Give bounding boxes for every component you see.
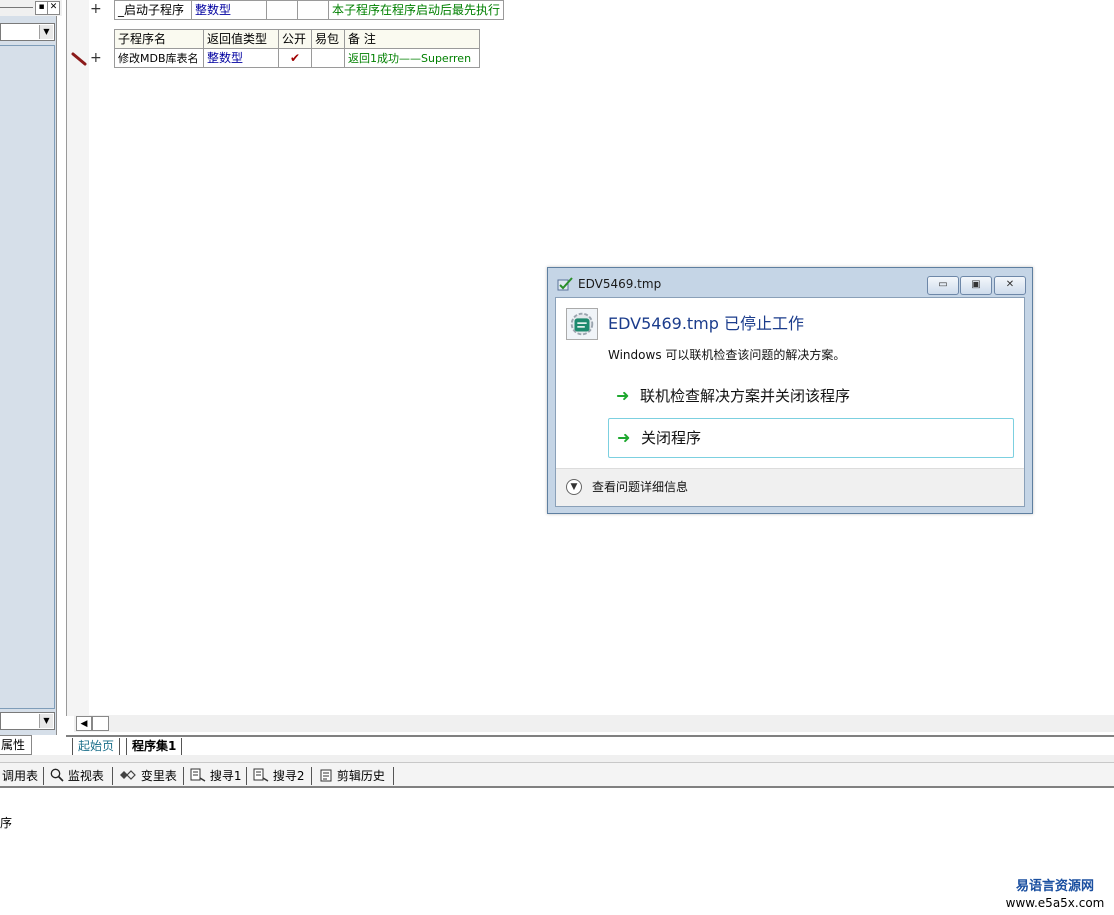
- scroll-thumb[interactable]: [92, 716, 109, 731]
- table-row: _启动子程序 整数型 本子程序在程序启动后最先执行: [114, 0, 505, 20]
- watermark-name: 易语言资源网: [1015, 879, 1094, 894]
- public-cell[interactable]: [266, 0, 298, 20]
- view-details-link[interactable]: 查看问题详细信息: [592, 479, 688, 496]
- header-package: 易包: [311, 29, 345, 49]
- tab-properties[interactable]: 属性: [0, 735, 32, 755]
- clipboard-icon: [320, 769, 332, 782]
- dialog-heading: EDV5469.tmp 已停止工作: [608, 314, 805, 333]
- return-type-cell[interactable]: 整数型: [191, 0, 267, 20]
- call-table-label: 调用表: [2, 769, 39, 783]
- tab-program-set-1[interactable]: 程序集1: [126, 738, 183, 756]
- package-cell[interactable]: [311, 48, 345, 68]
- green-arrow-icon: ➜: [616, 386, 630, 405]
- app-check-icon: [557, 277, 573, 291]
- toolbar-separator: [393, 767, 394, 785]
- panel-close-button[interactable]: ✕: [47, 1, 60, 15]
- toolbar-separator: [112, 767, 113, 785]
- watch-table-label: 监视表: [67, 769, 104, 783]
- dialog-body: EDV5469.tmp 已停止工作 Windows 可以联机检查该问题的解决方案…: [555, 297, 1025, 507]
- call-table-button[interactable]: 调用表: [2, 767, 38, 785]
- toolbar-separator: [183, 767, 184, 785]
- bottom-toolbar: 调用表 监视表 变里表 搜寻1 搜寻2 剪辑历史: [0, 762, 1114, 788]
- watermark-url: www.e5a5x.com: [1005, 896, 1105, 910]
- dialog-title: EDV5469.tmp: [578, 277, 662, 291]
- search-list-icon: [253, 768, 269, 782]
- check-online-label: 联机检查解决方案并关闭该程序: [640, 387, 851, 405]
- sub-name-cell[interactable]: _启动子程序: [114, 0, 192, 20]
- dialog-subtext: Windows 可以联机检查该问题的解决方案。: [608, 348, 846, 362]
- scroll-left-icon[interactable]: ◀: [76, 716, 92, 731]
- tab-start-page[interactable]: 起始页: [72, 738, 121, 756]
- clip-history-label: 剪辑历史: [336, 769, 385, 783]
- table-header-row: 子程序名 返回值类型 公开 易包 备 注: [114, 29, 480, 49]
- program-gear-icon: [566, 308, 598, 340]
- watch-table-button[interactable]: 监视表: [50, 767, 104, 785]
- output-text: 序: [0, 816, 13, 830]
- chevron-down-icon[interactable]: ▼: [566, 479, 582, 495]
- dialog-footer: ▼ 查看问题详细信息: [556, 468, 1024, 506]
- toolbar-separator: [246, 767, 247, 785]
- public-check-icon[interactable]: ✔: [278, 48, 312, 68]
- package-cell[interactable]: [297, 0, 329, 20]
- search1-button[interactable]: 搜寻1: [190, 767, 241, 785]
- error-dialog: EDV5469.tmp ▭ ▣ ✕ EDV5469.tmp 已停止工作 Wind…: [547, 267, 1033, 514]
- green-arrow-icon: ➜: [617, 428, 631, 447]
- header-public: 公开: [278, 29, 312, 49]
- header-sub-name: 子程序名: [114, 29, 204, 49]
- object-selector-combo[interactable]: ▼: [0, 23, 55, 41]
- close-program-label: 关闭程序: [641, 429, 702, 447]
- comment-cell[interactable]: 返回1成功——Superren: [344, 48, 480, 68]
- comment-cell[interactable]: 本子程序在程序启动后最先执行: [327, 0, 505, 20]
- search2-button[interactable]: 搜寻2: [253, 767, 304, 785]
- expand-plus-icon[interactable]: +: [90, 50, 102, 66]
- startup-sub-table: _启动子程序 整数型 本子程序在程序启动后最先执行: [114, 0, 505, 20]
- variable-icon: [120, 770, 136, 780]
- variable-table-button[interactable]: 变里表: [119, 767, 177, 785]
- chevron-down-icon[interactable]: ▼: [39, 714, 53, 728]
- site-watermark: 易语言资源网 www.e5a5x.com: [1000, 879, 1110, 911]
- property-list[interactable]: [0, 45, 55, 709]
- sub-definition-table: 子程序名 返回值类型 公开 易包 备 注 修改MDB库表名 整数型 ✔ 返回1成…: [114, 29, 480, 68]
- panel-title-line: [0, 7, 33, 8]
- property-value-combo[interactable]: ▼: [0, 712, 55, 730]
- magnifier-icon: [50, 768, 64, 782]
- clip-history-button[interactable]: 剪辑历史: [319, 767, 385, 785]
- search-list-icon: [190, 768, 206, 782]
- close-button[interactable]: ✕: [994, 276, 1026, 295]
- return-type-cell[interactable]: 整数型: [203, 48, 279, 68]
- minimize-button[interactable]: ▭: [927, 276, 959, 295]
- sub-name-cell[interactable]: 修改MDB库表名: [114, 48, 204, 68]
- expand-plus-icon[interactable]: +: [90, 1, 102, 17]
- maximize-button[interactable]: ▣: [960, 276, 992, 295]
- check-online-button[interactable]: ➜ 联机检查解决方案并关闭该程序: [608, 377, 1014, 417]
- header-return-type: 返回值类型: [203, 29, 279, 49]
- toolbar-separator: [43, 767, 44, 785]
- table-row: 修改MDB库表名 整数型 ✔ 返回1成功——Superren: [114, 48, 480, 68]
- search2-label: 搜寻2: [272, 769, 305, 783]
- toolbar-separator: [311, 767, 312, 785]
- header-comment: 备 注: [344, 29, 480, 49]
- chevron-down-icon[interactable]: ▼: [39, 25, 53, 39]
- document-tabbar: 起始页 程序集1: [66, 735, 1114, 756]
- output-panel[interactable]: [0, 790, 1114, 915]
- tab-properties-label: 属性: [1, 738, 26, 752]
- panel-titlebar: ▪ ✕: [0, 0, 62, 16]
- pen-marker-icon: [71, 52, 87, 66]
- variable-table-label: 变里表: [140, 769, 177, 783]
- editor-gutter: [66, 0, 89, 716]
- horizontal-scrollbar[interactable]: [74, 715, 1114, 732]
- close-program-button[interactable]: ➜ 关闭程序: [608, 418, 1014, 458]
- search1-label: 搜寻1: [209, 769, 242, 783]
